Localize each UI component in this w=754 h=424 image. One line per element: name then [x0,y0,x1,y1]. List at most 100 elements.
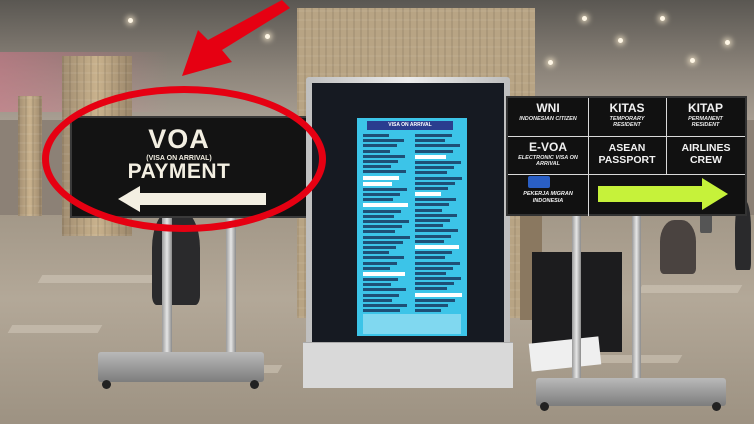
ceiling-light [725,40,730,45]
illegible-list-line [415,208,442,212]
stand-wheel [102,380,111,389]
illegible-list-line [415,229,458,233]
illegible-list-line [415,186,448,190]
ceiling-light [690,58,695,63]
ceiling-light [548,60,553,65]
sign-stand-pole [632,214,641,384]
kiosk-screen: VISA ON ARRIVAL [357,118,467,336]
illegible-list-line [415,149,453,153]
illegible-list-line [415,160,461,164]
country-list-right [415,134,465,314]
ceiling-light [660,16,665,21]
illegible-list-line [415,224,443,228]
lane-kitas-title: KITAS [609,101,645,115]
illegible-list-line [363,181,392,186]
illegible-list-line [363,165,391,169]
illegible-list-line [415,192,441,197]
sign-stand-base [98,352,264,382]
illegible-list-line [415,134,452,137]
lane-wni-title: WNI [536,101,560,115]
ceiling-light [128,18,133,23]
illegible-list-line [363,261,397,265]
red-pointer-arrow-icon [182,0,290,76]
illegible-list-line [415,298,455,302]
illegible-list-line [363,175,399,180]
illegible-list-line [363,278,398,282]
illegible-list-line [415,171,447,175]
traveler-silhouette [660,220,696,274]
illegible-list-line [415,256,445,260]
illegible-list-line [415,266,453,270]
decorative-pillar [18,96,42,216]
lane-asean-title: ASEAN PASSPORT [598,142,656,166]
illegible-list-line [363,170,406,174]
illegible-list-line [363,193,400,197]
lane-kitap-subtitle: PERMANENT RESIDENT [688,116,723,128]
sign-stand-pole [226,216,236,362]
illegible-list-line [363,187,407,191]
illegible-list-line [363,203,408,208]
illegible-list-line [415,213,457,217]
illegible-list-line [363,144,397,148]
stand-wheel [712,402,721,411]
right-arrow-icon [598,178,728,210]
illegible-list-line [363,149,390,153]
migrant-worker-logo [528,176,550,188]
illegible-list-line [415,181,455,185]
illegible-list-line [415,144,460,148]
illegible-list-line [415,166,454,170]
illegible-list-line [363,298,392,302]
illegible-list-line [415,154,446,159]
lane-kitap-title: KITAP [687,101,724,115]
sign-stand-pole [162,216,172,362]
illegible-list-line [363,266,390,270]
kiosk-screen-title: VISA ON ARRIVAL [367,121,453,130]
illegible-list-line [415,271,446,275]
illegible-list-line [415,139,445,143]
illegible-list-line [363,230,395,234]
illegible-list-line [363,293,399,297]
illegible-list-line [415,304,448,307]
illegible-list-line [415,234,451,238]
illegible-list-line [363,159,398,163]
red-highlight-circle [42,86,326,232]
illegible-list-line [363,304,407,307]
illegible-list-line [363,154,405,158]
lane-kitas-subtitle: TEMPORARY RESIDENT [609,116,645,128]
illegible-list-line [415,244,459,249]
illegible-list-line [415,282,454,286]
sign-stand-pole [572,214,581,384]
sign-stand-base [536,378,726,406]
illegible-list-line [415,261,460,265]
illegible-list-line [363,251,389,255]
illegible-list-line [415,292,462,297]
illegible-list-line [363,240,403,244]
illegible-list-line [415,309,441,313]
lane-wni-subtitle: INDONESIAN CITIZEN [519,116,577,122]
illegible-list-line [363,235,410,239]
illegible-list-line [415,176,462,180]
illegible-list-line [363,256,404,260]
illegible-list-line [363,271,405,276]
ceiling-light [582,16,587,21]
illegible-list-line [415,287,447,291]
stand-wheel [540,402,549,411]
illegible-list-line [363,134,389,137]
illegible-list-line [363,198,393,202]
illegible-list-line [363,225,402,229]
kiosk-screen-footer [363,314,461,334]
illegible-list-line [415,198,456,202]
illegible-list-line [363,209,401,213]
stand-wheel [250,380,259,389]
lane-evoa-title: E-VOA [528,140,567,154]
illegible-list-line [363,139,404,143]
lane-evoa-subtitle: ELECTRONIC VISA ON ARRIVAL [518,155,578,167]
illegible-list-line [415,219,450,222]
illegible-list-line [363,214,394,218]
illegible-list-line [415,239,444,243]
illegible-list-line [363,245,396,249]
ceiling-light [618,38,623,43]
lane-migrant-title: PEKERJA MIGRAN INDONESIA [523,191,573,204]
lane-airlines-title: AIRLINES CREW [681,142,731,166]
illegible-list-line [363,288,406,292]
